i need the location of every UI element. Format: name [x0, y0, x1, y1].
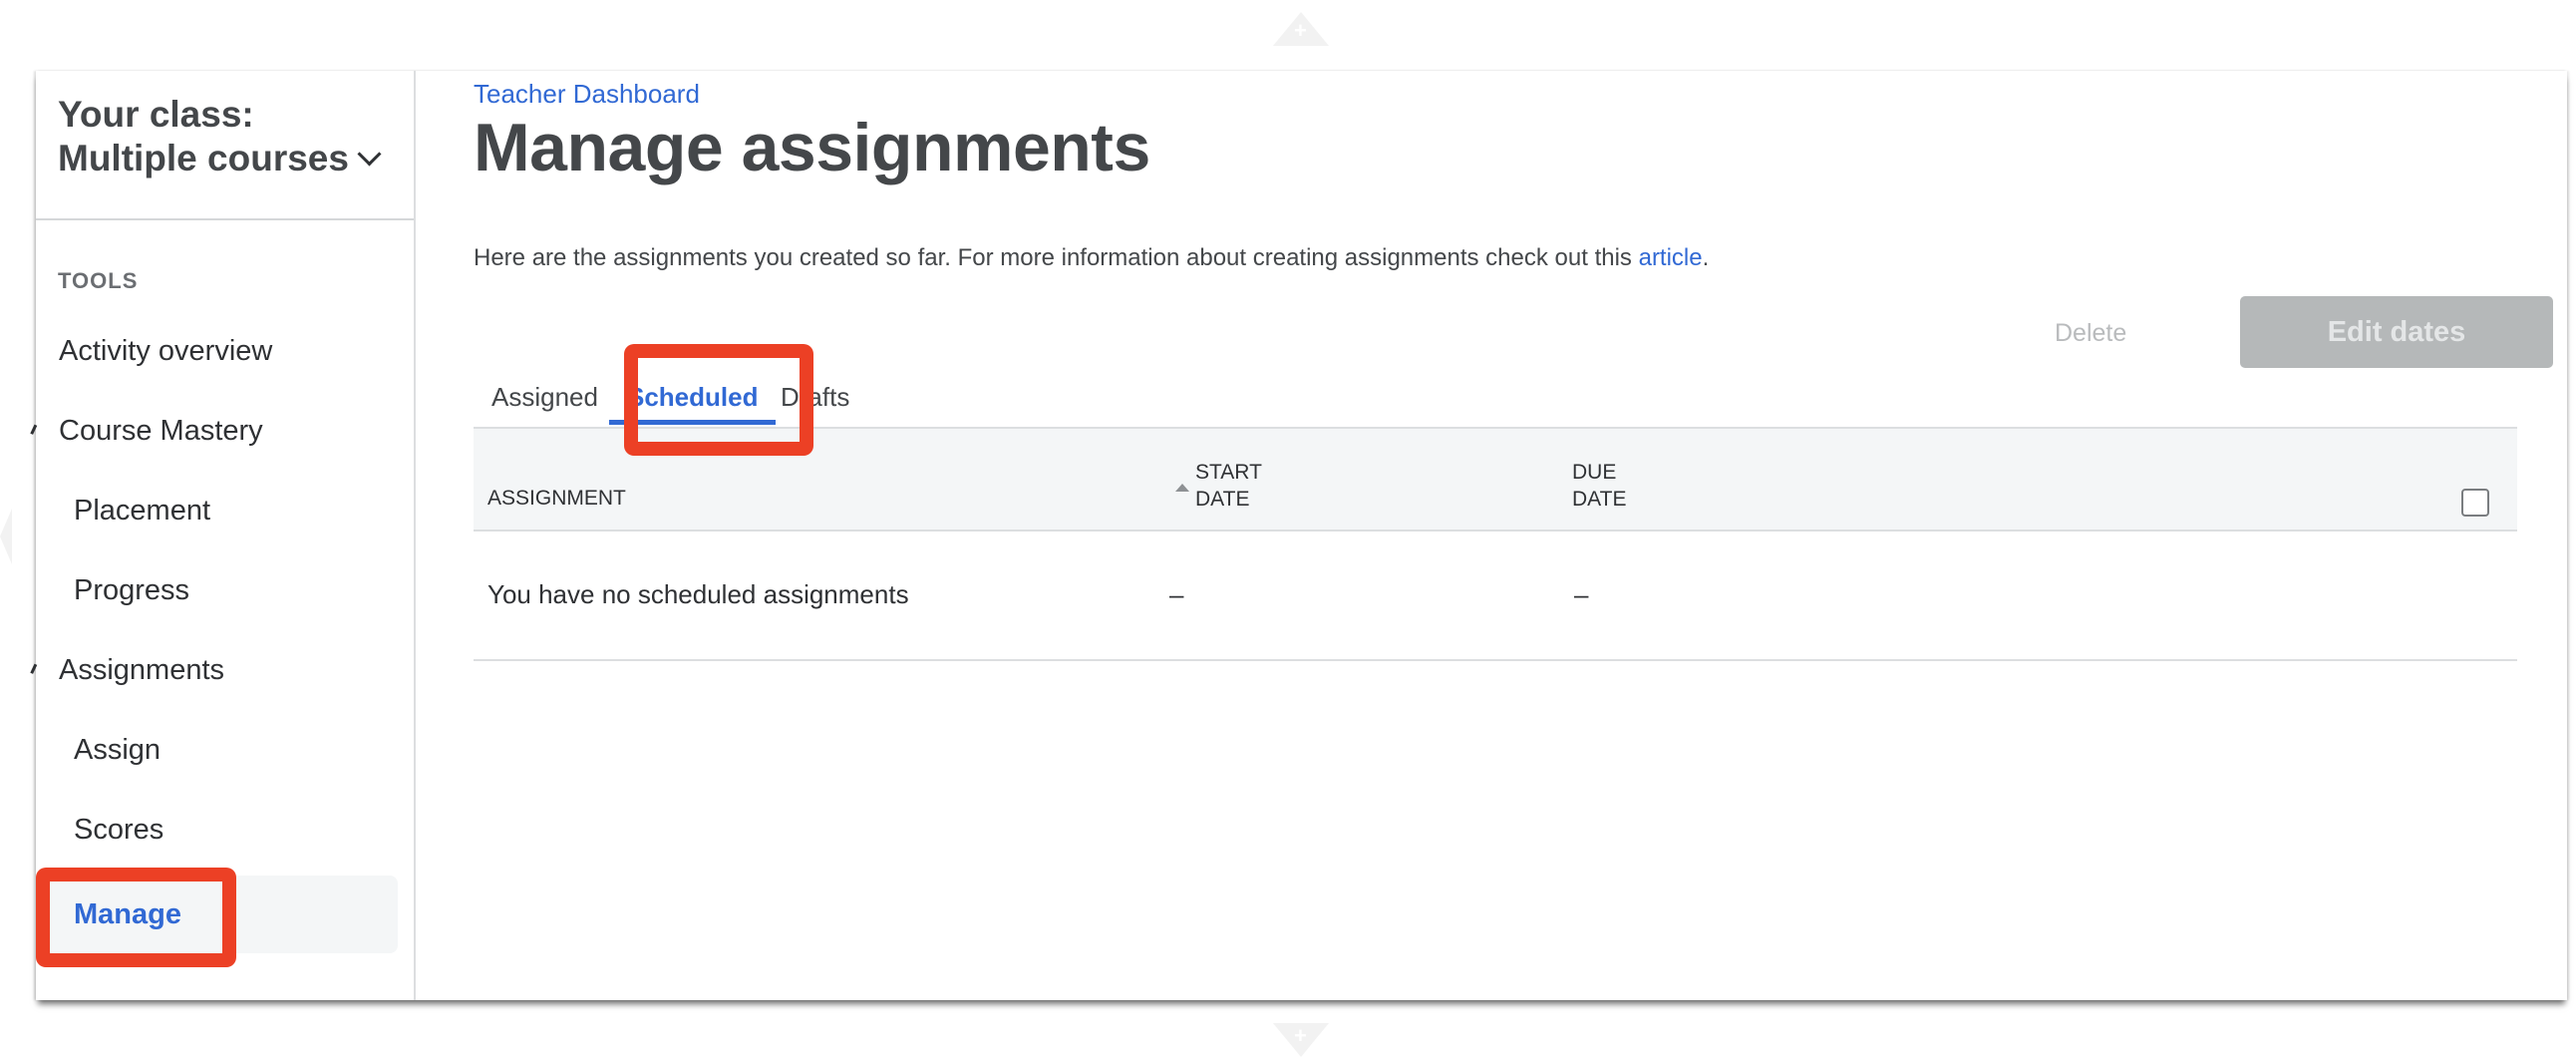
sidebar-item-scores[interactable]: Scores — [36, 791, 398, 869]
edit-dates-button[interactable]: Edit dates — [2240, 296, 2553, 368]
expand-chevron-icon — [30, 663, 43, 677]
sidebar-item-assignments[interactable]: Assignments — [30, 631, 398, 709]
scroll-left-arrow-icon[interactable] — [0, 509, 12, 564]
start-date-header-line2: DATE — [1195, 488, 1250, 511]
start-date-header-line1: START — [1195, 461, 1262, 484]
page-description: Here are the assignments you created so … — [474, 244, 1709, 272]
tab-assigned[interactable]: Assigned — [491, 375, 598, 425]
tab-drafts[interactable]: Drafts — [781, 375, 849, 425]
tab-scheduled[interactable]: Scheduled — [608, 375, 778, 425]
due-date-header-line2: DATE — [1572, 488, 1627, 511]
sidebar-item-placement[interactable]: Placement — [36, 472, 398, 549]
class-selector-text: Your class: Multiple courses — [58, 94, 349, 178]
plus-icon: + — [1294, 18, 1307, 43]
select-all-checkbox[interactable] — [2461, 489, 2489, 517]
sidebar-item-label: Assignments — [59, 653, 225, 686]
article-link[interactable]: article — [1639, 244, 1703, 271]
empty-state-message: You have no scheduled assignments — [487, 579, 909, 609]
column-header-start-date[interactable]: START DATE — [1195, 459, 1262, 513]
tools-section-label: TOOLS — [58, 268, 139, 293]
app-window: Your class: Multiple courses TOOLS Activ… — [30, 71, 2567, 1000]
breadcrumb-teacher-dashboard[interactable]: Teacher Dashboard — [474, 79, 700, 110]
sidebar: Your class: Multiple courses TOOLS Activ… — [30, 71, 416, 1000]
sidebar-item-manage[interactable]: Manage — [36, 876, 398, 953]
sort-ascending-icon — [1175, 484, 1189, 492]
table-header: ASSIGNMENT START DATE DUE DATE — [474, 427, 2517, 531]
sidebar-item-label: Assign — [74, 733, 161, 766]
due-date-header-line1: DUE — [1572, 461, 1617, 484]
sidebar-item-label: Manage — [74, 897, 181, 930]
description-period: . — [1702, 244, 1710, 271]
sidebar-item-label: Course Mastery — [59, 414, 263, 447]
sidebar-item-label: Scores — [74, 813, 164, 846]
expand-chevron-icon — [30, 424, 43, 438]
sidebar-item-progress[interactable]: Progress — [36, 551, 398, 629]
table-row: You have no scheduled assignments – – — [474, 531, 2517, 661]
due-date-cell: – — [1574, 579, 1589, 609]
page-title: Manage assignments — [474, 110, 1150, 185]
description-text: Here are the assignments you created so … — [474, 244, 1639, 271]
tab-bar: Assigned Scheduled Drafts — [474, 375, 2517, 427]
column-header-assignment[interactable]: ASSIGNMENT — [487, 485, 626, 512]
plus-icon: + — [1294, 1023, 1307, 1048]
sidebar-item-label: Progress — [74, 573, 190, 606]
sidebar-item-label: Placement — [74, 494, 211, 527]
chevron-down-icon — [357, 142, 382, 167]
assignments-table: ASSIGNMENT START DATE DUE DATE You have … — [474, 427, 2517, 661]
sidebar-item-activity-overview[interactable]: Activity overview — [36, 312, 398, 390]
class-selector-label: Your class: Multiple courses — [58, 93, 397, 180]
delete-button[interactable]: Delete — [2049, 318, 2132, 349]
scroll-down-arrow-icon[interactable]: + — [1273, 1023, 1329, 1057]
start-date-cell: – — [1169, 579, 1184, 609]
sidebar-item-course-mastery[interactable]: Course Mastery — [30, 392, 398, 470]
sidebar-item-label: Activity overview — [59, 334, 273, 367]
class-selector[interactable]: Your class: Multiple courses — [36, 71, 414, 220]
scroll-up-arrow-icon[interactable]: + — [1273, 12, 1329, 46]
sidebar-item-assign[interactable]: Assign — [36, 711, 398, 789]
column-header-due-date[interactable]: DUE DATE — [1572, 459, 1626, 513]
